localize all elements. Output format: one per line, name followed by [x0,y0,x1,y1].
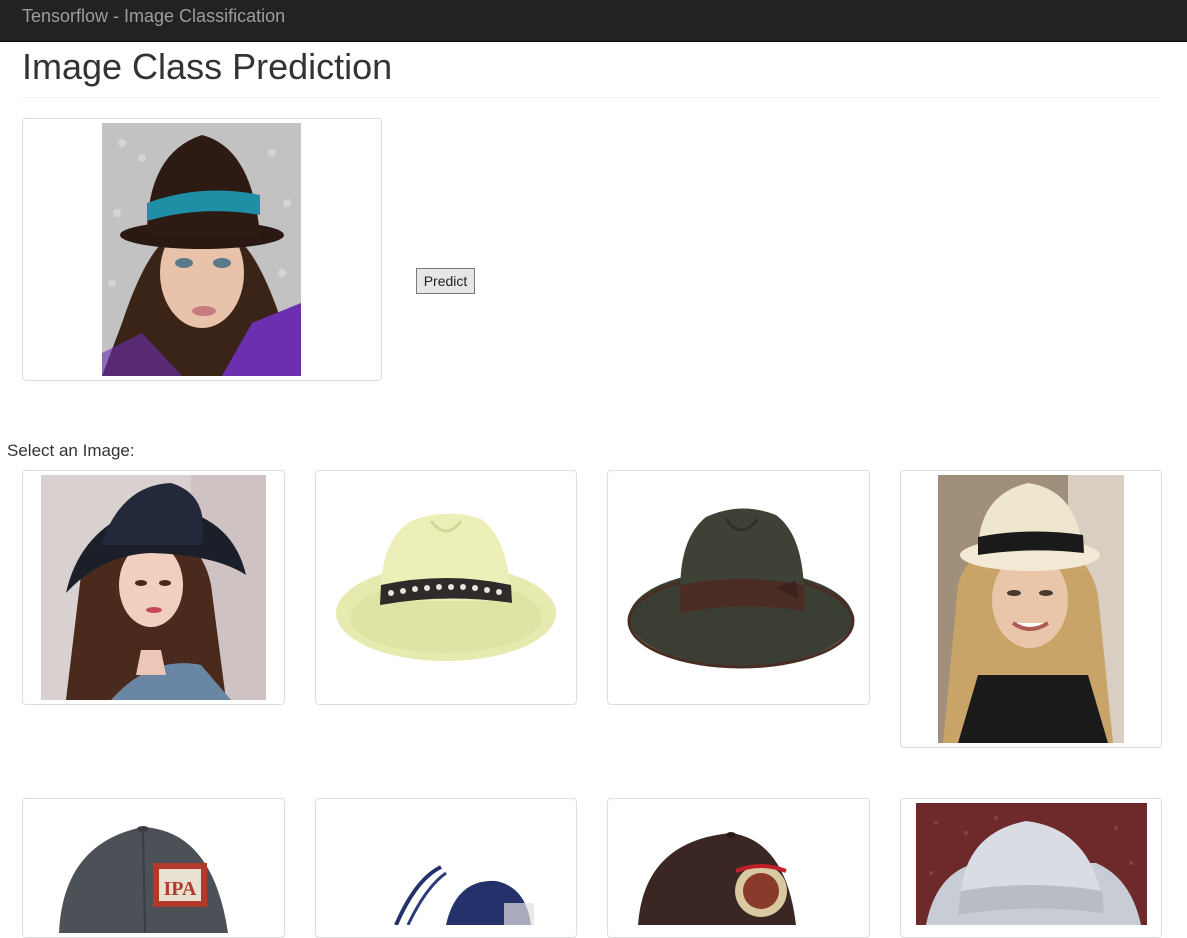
gallery-image-8[interactable] [900,798,1162,938]
gallery-image-6[interactable] [315,798,577,938]
select-image-label: Select an Image: [7,441,135,460]
blonde-woman-cream-fedora-image [938,475,1124,743]
navy-fascinator-image [394,865,534,925]
navbar-brand[interactable]: Tensorflow - Image Classification [22,6,285,26]
predict-button[interactable]: Predict [416,268,475,294]
page-title: Image Class Prediction [22,46,393,87]
grey-ipa-cap-image: IPA [59,826,228,933]
selected-image-preview [22,118,382,381]
dark-green-fedora-image [627,508,855,669]
gallery-image-3[interactable] [607,470,870,705]
svg-text:IPA: IPA [164,878,198,900]
gallery-image-7[interactable] [607,798,870,938]
grey-straw-fedora-image [916,803,1147,925]
preview-image [102,123,301,376]
navbar: Tensorflow - Image Classification [0,0,1187,42]
brown-logo-cap-image [638,832,796,925]
gallery-image-5[interactable]: IPA [22,798,285,938]
title-divider [22,97,1161,98]
gallery-image-4[interactable] [900,470,1162,748]
light-yellow-fedora-image [336,513,556,661]
gallery-image-2[interactable] [315,470,577,705]
woman-navy-hat-image [41,475,266,700]
gallery-image-1[interactable] [22,470,285,705]
